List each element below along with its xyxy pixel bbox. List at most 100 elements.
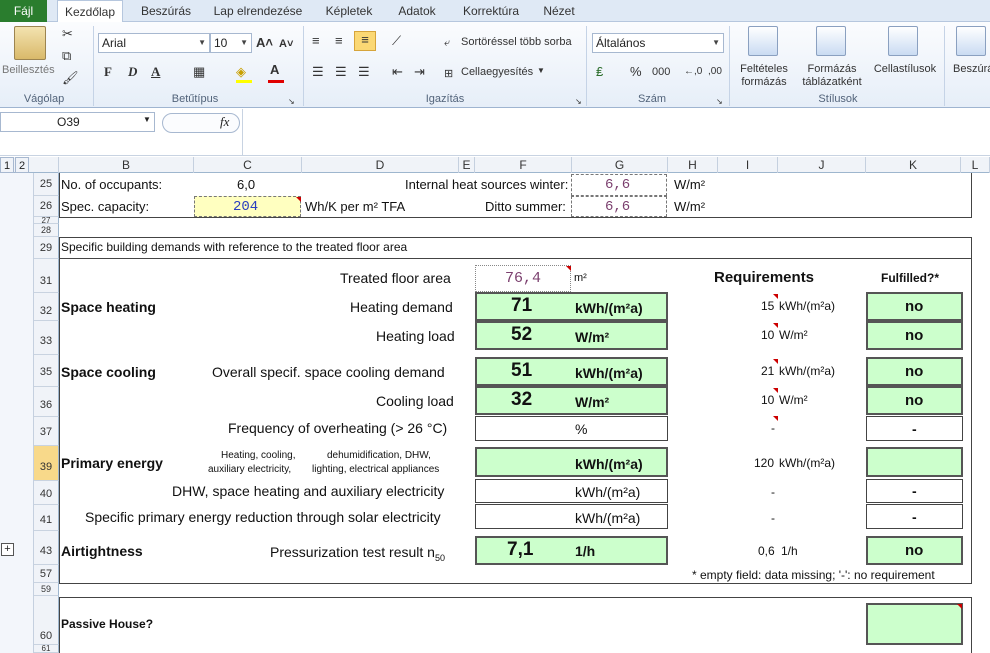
heating-load-cell[interactable] xyxy=(475,321,668,350)
cut-icon[interactable]: ✂ xyxy=(62,26,73,42)
row-header[interactable]: 32 xyxy=(34,293,59,321)
format-painter-icon[interactable]: 🖌 xyxy=(62,70,79,86)
cooling-demand-ok[interactable]: no xyxy=(905,363,923,380)
tab-review[interactable]: Korrektúra xyxy=(455,0,527,22)
overheating-ok[interactable]: - xyxy=(912,421,917,437)
row-header[interactable]: 36 xyxy=(34,387,59,417)
copy-icon[interactable]: ⧉ xyxy=(62,48,71,64)
merge-icon[interactable]: ⊞ xyxy=(444,66,453,82)
heating-load-ok[interactable]: no xyxy=(905,327,923,344)
shrink-font-icon[interactable]: A˅ xyxy=(279,36,293,52)
row-header[interactable]: 40 xyxy=(34,481,59,505)
tab-page-layout[interactable]: Lap elrendezése xyxy=(209,0,307,22)
col-header-h[interactable]: H xyxy=(668,157,718,173)
insert-cells-button[interactable]: Beszúrá xyxy=(953,63,990,75)
overheating-cell[interactable] xyxy=(475,416,668,441)
align-middle-icon[interactable]: ≡ xyxy=(335,33,343,49)
heating-demand-value[interactable]: 71 xyxy=(511,295,532,317)
outline-level-1[interactable]: 1 xyxy=(0,157,14,173)
cooling-demand-value[interactable]: 51 xyxy=(511,360,532,382)
paste-button[interactable]: Beillesztés xyxy=(2,64,55,76)
tab-insert[interactable]: Beszúrás xyxy=(133,0,199,22)
pressurization-ok[interactable]: no xyxy=(905,542,923,559)
tab-home[interactable]: Kezdőlap xyxy=(57,0,123,23)
heating-load-value[interactable]: 52 xyxy=(511,324,532,346)
name-box[interactable]: O39 xyxy=(0,112,155,132)
align-right-icon[interactable]: ☰ xyxy=(358,64,370,80)
row-header[interactable]: 25 xyxy=(34,173,59,196)
align-bottom-icon[interactable]: ≡ xyxy=(354,31,376,51)
row-header[interactable]: 57 xyxy=(34,565,59,583)
dialog-launcher-icon[interactable]: ↘ xyxy=(716,94,723,110)
heating-demand-ok[interactable]: no xyxy=(905,298,923,315)
outline-level-2[interactable]: 2 xyxy=(15,157,29,173)
col-header-c[interactable]: C xyxy=(194,157,302,173)
tab-formulas[interactable]: Képletek xyxy=(318,0,380,22)
ihs-winter-value[interactable]: 6,6 xyxy=(605,177,630,193)
row-header[interactable]: 41 xyxy=(34,505,59,531)
font-size-combo[interactable]: 10 ▼ xyxy=(210,33,252,53)
cooling-load-cell[interactable] xyxy=(475,386,668,415)
borders-icon[interactable]: ▦ xyxy=(193,64,205,80)
col-header-i[interactable]: I xyxy=(718,157,778,173)
row-header[interactable]: 37 xyxy=(34,417,59,446)
row-header[interactable]: 26 xyxy=(34,196,59,217)
row-header[interactable]: 31 xyxy=(34,259,59,293)
align-top-icon[interactable]: ≡ xyxy=(312,33,320,49)
col-header-b[interactable]: B xyxy=(59,157,194,173)
table-format-label2[interactable]: táblázatként xyxy=(796,76,868,88)
tab-view[interactable]: Nézet xyxy=(537,0,581,22)
thousands-button[interactable]: 000 xyxy=(652,64,670,80)
increase-decimal-icon[interactable]: ←,0 xyxy=(684,64,702,80)
wrap-text-button[interactable]: Sortöréssel több sorba xyxy=(461,36,572,48)
dialog-launcher-icon[interactable]: ↘ xyxy=(575,94,582,110)
row-header[interactable]: 35 xyxy=(34,355,59,387)
col-header-j[interactable]: J xyxy=(778,157,866,173)
wrap-text-icon[interactable]: ⤶ xyxy=(444,35,450,51)
formula-input[interactable] xyxy=(242,109,990,155)
insert-function-button[interactable]: fx xyxy=(220,114,229,130)
col-header-e[interactable]: E xyxy=(459,157,475,173)
pe-solar-ok[interactable]: - xyxy=(912,509,917,525)
pressurization-cell[interactable] xyxy=(475,536,668,565)
col-header-d[interactable]: D xyxy=(302,157,459,173)
chevron-down-icon[interactable]: ▼ xyxy=(143,115,151,124)
col-header-l[interactable]: L xyxy=(961,157,990,173)
increase-indent-icon[interactable]: ⇥ xyxy=(414,64,425,80)
col-header-g[interactable]: G xyxy=(572,157,668,173)
dialog-launcher-icon[interactable]: ↘ xyxy=(288,94,295,110)
row-header[interactable]: 59 xyxy=(34,583,59,596)
tfa-value[interactable]: 76,4 xyxy=(505,270,541,287)
pe-total-ok-cell[interactable] xyxy=(866,447,963,477)
occupants-value[interactable]: 6,0 xyxy=(237,177,255,192)
ditto-summer-value[interactable]: 6,6 xyxy=(605,199,630,215)
italic-button[interactable]: D xyxy=(128,64,137,80)
row-header[interactable]: 33 xyxy=(34,321,59,355)
passive-house-cell[interactable] xyxy=(866,603,963,645)
row-header-selected[interactable]: 39 xyxy=(34,446,59,481)
select-all[interactable] xyxy=(34,157,59,173)
merge-button[interactable]: Cellaegyesítés xyxy=(461,66,533,78)
cell-styles-icon[interactable] xyxy=(888,26,918,56)
pressurization-value[interactable]: 7,1 xyxy=(507,539,533,561)
font-color-icon[interactable]: A xyxy=(270,62,279,78)
spec-capacity-value[interactable]: 204 xyxy=(233,199,258,215)
align-center-icon[interactable]: ☰ xyxy=(335,64,347,80)
insert-cells-icon[interactable] xyxy=(956,26,986,56)
row-header[interactable]: 60 xyxy=(34,596,59,645)
cooling-load-ok[interactable]: no xyxy=(905,392,923,409)
font-name-combo[interactable]: Arial ▼ xyxy=(98,33,210,53)
chevron-down-icon[interactable]: ▼ xyxy=(537,66,545,75)
underline-button[interactable]: A xyxy=(151,64,160,80)
cooling-load-value[interactable]: 32 xyxy=(511,389,532,411)
format-as-table-icon[interactable] xyxy=(816,26,846,56)
row-header[interactable]: 28 xyxy=(34,224,59,237)
decrease-indent-icon[interactable]: ⇤ xyxy=(392,64,403,80)
table-format-label1[interactable]: Formázás xyxy=(804,63,860,75)
conditional-format-icon[interactable] xyxy=(748,26,778,56)
percent-button[interactable]: % xyxy=(630,64,642,80)
currency-icon[interactable]: ₤ xyxy=(596,64,603,80)
sheet-grid[interactable]: No. of occupants: 6,0 Internal heat sour… xyxy=(59,173,990,653)
cell-styles-button[interactable]: Cellastílusok xyxy=(873,63,937,75)
number-format-combo[interactable]: Általános ▼ xyxy=(592,33,724,53)
